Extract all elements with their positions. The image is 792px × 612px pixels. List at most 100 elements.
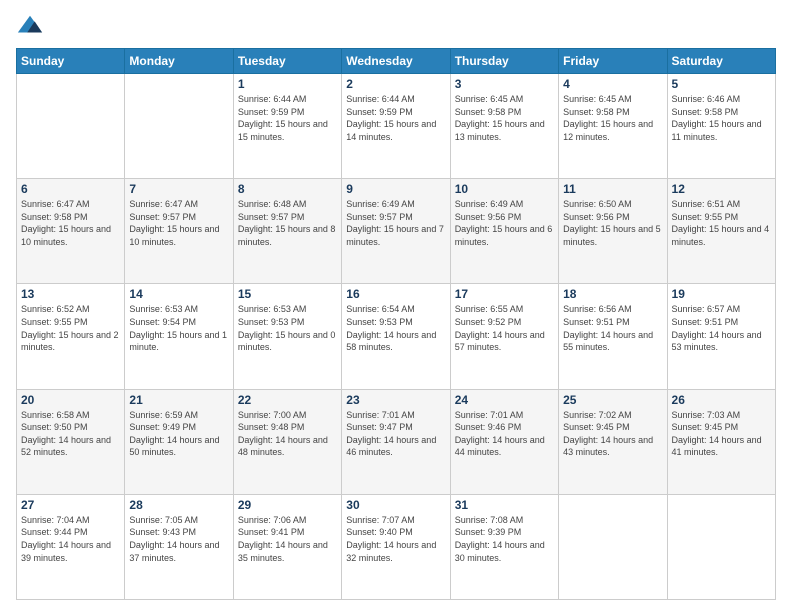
day-number: 6 [21, 182, 120, 196]
day-number: 13 [21, 287, 120, 301]
day-cell: 10 Sunrise: 6:49 AMSunset: 9:56 PMDayligh… [450, 179, 558, 284]
day-detail: Sunrise: 6:49 AMSunset: 9:57 PMDaylight:… [346, 198, 445, 248]
day-number: 20 [21, 393, 120, 407]
day-cell: 3Sunrise: 6:45 AMSunset: 9:58 PMDaylight… [450, 74, 558, 179]
day-cell: 29 Sunrise: 7:06 AMSunset: 9:41 PMDayligh… [233, 494, 341, 599]
day-cell: 21 Sunrise: 6:59 AMSunset: 9:49 PMDayligh… [125, 389, 233, 494]
day-number: 25 [563, 393, 662, 407]
day-detail: Sunrise: 6:52 AMSunset: 9:55 PMDaylight:… [21, 303, 120, 353]
day-number: 29 [238, 498, 337, 512]
day-detail: Sunrise: 6:58 AMSunset: 9:50 PMDaylight:… [21, 409, 120, 459]
day-cell: 20 Sunrise: 6:58 AMSunset: 9:50 PMDayligh… [17, 389, 125, 494]
day-cell: 16 Sunrise: 6:54 AMSunset: 9:53 PMDayligh… [342, 284, 450, 389]
day-cell: 14Sunrise: 6:53 AMSunset: 9:54 PMDayligh… [125, 284, 233, 389]
day-cell: 7 Sunrise: 6:47 AMSunset: 9:57 PMDaylight… [125, 179, 233, 284]
day-cell: 9 Sunrise: 6:49 AMSunset: 9:57 PMDaylight… [342, 179, 450, 284]
day-detail: Sunrise: 6:47 AMSunset: 9:58 PMDaylight:… [21, 198, 120, 248]
day-detail: Sunrise: 7:00 AMSunset: 9:48 PMDaylight:… [238, 409, 337, 459]
day-detail: Sunrise: 7:01 AMSunset: 9:47 PMDaylight:… [346, 409, 445, 459]
week-row-5: 27 Sunrise: 7:04 AMSunset: 9:44 PMDayligh… [17, 494, 776, 599]
day-header-saturday: Saturday [667, 49, 775, 74]
day-cell: 19 Sunrise: 6:57 AMSunset: 9:51 PMDayligh… [667, 284, 775, 389]
day-detail: Sunrise: 7:04 AMSunset: 9:44 PMDaylight:… [21, 514, 120, 564]
day-number: 14 [129, 287, 228, 301]
day-cell: 2 Sunrise: 6:44 AMSunset: 9:59 PMDaylight… [342, 74, 450, 179]
day-detail: Sunrise: 6:55 AMSunset: 9:52 PMDaylight:… [455, 303, 554, 353]
day-number: 28 [129, 498, 228, 512]
calendar-table: SundayMondayTuesdayWednesdayThursdayFrid… [16, 48, 776, 600]
day-number: 10 [455, 182, 554, 196]
day-number: 7 [129, 182, 228, 196]
page: SundayMondayTuesdayWednesdayThursdayFrid… [0, 0, 792, 612]
day-number: 21 [129, 393, 228, 407]
day-cell: 15 Sunrise: 6:53 AMSunset: 9:53 PMDayligh… [233, 284, 341, 389]
day-cell: 5 Sunrise: 6:46 AMSunset: 9:58 PMDaylight… [667, 74, 775, 179]
day-cell: 22Sunrise: 7:00 AMSunset: 9:48 PMDayligh… [233, 389, 341, 494]
day-detail: Sunrise: 6:44 AMSunset: 9:59 PMDaylight:… [346, 93, 445, 143]
day-number: 11 [563, 182, 662, 196]
week-row-3: 13 Sunrise: 6:52 AMSunset: 9:55 PMDayligh… [17, 284, 776, 389]
day-number: 16 [346, 287, 445, 301]
day-cell: 6 Sunrise: 6:47 AMSunset: 9:58 PMDaylight… [17, 179, 125, 284]
day-detail: Sunrise: 6:50 AMSunset: 9:56 PMDaylight:… [563, 198, 662, 248]
day-detail: Sunrise: 6:54 AMSunset: 9:53 PMDaylight:… [346, 303, 445, 353]
day-number: 12 [672, 182, 771, 196]
day-detail: Sunrise: 6:45 AMSunset: 9:58 PMDaylight:… [563, 93, 662, 143]
day-detail: Sunrise: 7:08 AMSunset: 9:39 PMDaylight:… [455, 514, 554, 564]
day-number: 3 [455, 77, 554, 91]
day-detail: Sunrise: 7:07 AMSunset: 9:40 PMDaylight:… [346, 514, 445, 564]
week-row-4: 20 Sunrise: 6:58 AMSunset: 9:50 PMDayligh… [17, 389, 776, 494]
day-header-thursday: Thursday [450, 49, 558, 74]
day-detail: Sunrise: 6:57 AMSunset: 9:51 PMDaylight:… [672, 303, 771, 353]
day-number: 2 [346, 77, 445, 91]
logo [16, 12, 48, 40]
calendar-header-row: SundayMondayTuesdayWednesdayThursdayFrid… [17, 49, 776, 74]
day-number: 26 [672, 393, 771, 407]
day-detail: Sunrise: 7:06 AMSunset: 9:41 PMDaylight:… [238, 514, 337, 564]
day-cell: 24Sunrise: 7:01 AMSunset: 9:46 PMDayligh… [450, 389, 558, 494]
week-row-1: 1 Sunrise: 6:44 AMSunset: 9:59 PMDaylight… [17, 74, 776, 179]
day-detail: Sunrise: 6:48 AMSunset: 9:57 PMDaylight:… [238, 198, 337, 248]
day-header-monday: Monday [125, 49, 233, 74]
day-detail: Sunrise: 6:47 AMSunset: 9:57 PMDaylight:… [129, 198, 228, 248]
day-cell: 8 Sunrise: 6:48 AMSunset: 9:57 PMDaylight… [233, 179, 341, 284]
day-detail: Sunrise: 7:05 AMSunset: 9:43 PMDaylight:… [129, 514, 228, 564]
day-number: 19 [672, 287, 771, 301]
day-cell: 12Sunrise: 6:51 AMSunset: 9:55 PMDayligh… [667, 179, 775, 284]
logo-icon [16, 12, 44, 40]
day-number: 24 [455, 393, 554, 407]
day-detail: Sunrise: 6:46 AMSunset: 9:58 PMDaylight:… [672, 93, 771, 143]
day-cell: 28 Sunrise: 7:05 AMSunset: 9:43 PMDayligh… [125, 494, 233, 599]
day-detail: Sunrise: 6:53 AMSunset: 9:53 PMDaylight:… [238, 303, 337, 353]
day-cell: 31 Sunrise: 7:08 AMSunset: 9:39 PMDayligh… [450, 494, 558, 599]
day-number: 15 [238, 287, 337, 301]
day-header-friday: Friday [559, 49, 667, 74]
day-number: 8 [238, 182, 337, 196]
day-cell: 11 Sunrise: 6:50 AMSunset: 9:56 PMDayligh… [559, 179, 667, 284]
day-cell [667, 494, 775, 599]
day-number: 5 [672, 77, 771, 91]
day-number: 31 [455, 498, 554, 512]
day-detail: Sunrise: 6:49 AMSunset: 9:56 PMDaylight:… [455, 198, 554, 248]
day-detail: Sunrise: 6:44 AMSunset: 9:59 PMDaylight:… [238, 93, 337, 143]
day-detail: Sunrise: 6:59 AMSunset: 9:49 PMDaylight:… [129, 409, 228, 459]
day-header-tuesday: Tuesday [233, 49, 341, 74]
day-detail: Sunrise: 7:02 AMSunset: 9:45 PMDaylight:… [563, 409, 662, 459]
day-number: 9 [346, 182, 445, 196]
day-number: 4 [563, 77, 662, 91]
day-cell: 30 Sunrise: 7:07 AMSunset: 9:40 PMDayligh… [342, 494, 450, 599]
day-number: 23 [346, 393, 445, 407]
day-number: 27 [21, 498, 120, 512]
day-cell: 26Sunrise: 7:03 AMSunset: 9:45 PMDayligh… [667, 389, 775, 494]
day-number: 30 [346, 498, 445, 512]
day-cell: 25 Sunrise: 7:02 AMSunset: 9:45 PMDayligh… [559, 389, 667, 494]
day-cell: 1 Sunrise: 6:44 AMSunset: 9:59 PMDaylight… [233, 74, 341, 179]
day-cell: 4 Sunrise: 6:45 AMSunset: 9:58 PMDaylight… [559, 74, 667, 179]
day-cell: 13 Sunrise: 6:52 AMSunset: 9:55 PMDayligh… [17, 284, 125, 389]
day-cell [17, 74, 125, 179]
day-number: 1 [238, 77, 337, 91]
day-header-sunday: Sunday [17, 49, 125, 74]
day-header-wednesday: Wednesday [342, 49, 450, 74]
day-cell: 27 Sunrise: 7:04 AMSunset: 9:44 PMDayligh… [17, 494, 125, 599]
header [16, 12, 776, 40]
